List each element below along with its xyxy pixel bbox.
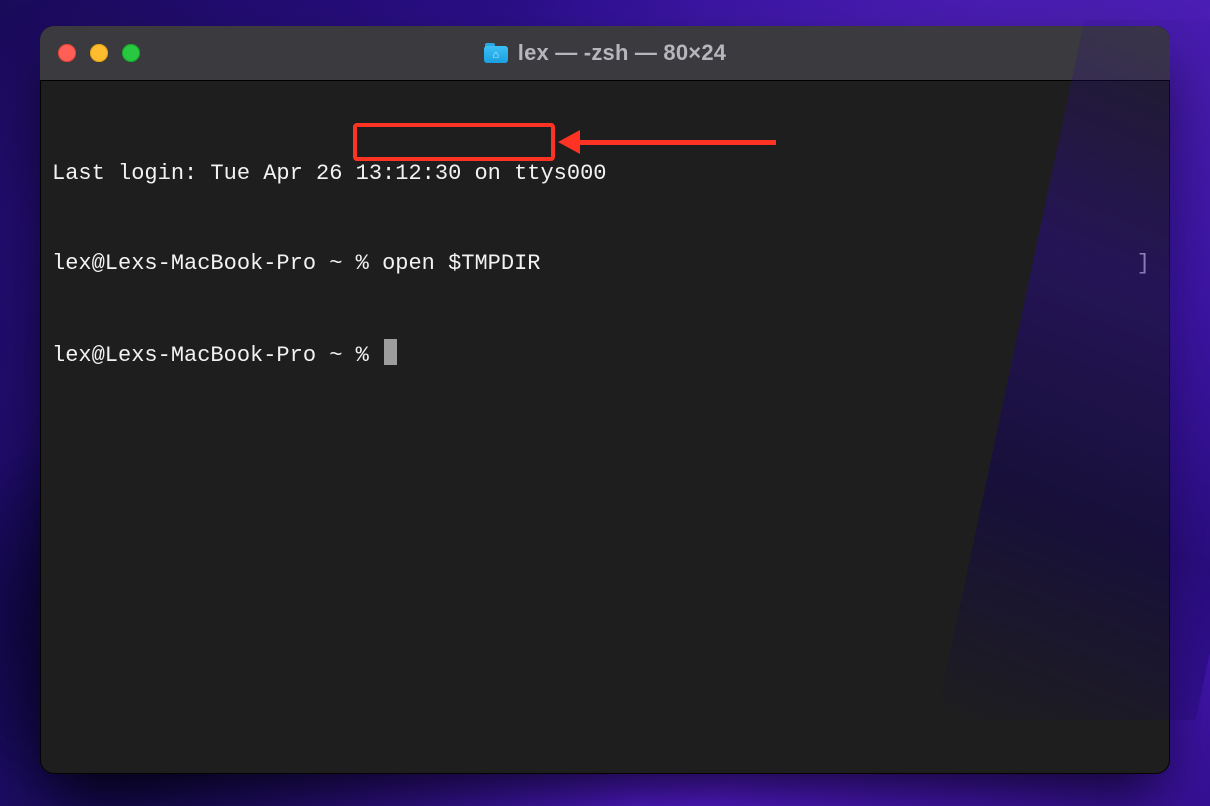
annotation-arrow (558, 130, 778, 154)
entered-command: open $TMPDIR (382, 251, 540, 276)
folder-icon: ⌂ (484, 43, 508, 63)
terminal-window[interactable]: ⌂ lex — -zsh — 80×24 Last login: Tue Apr… (40, 26, 1170, 774)
minimize-button[interactable] (90, 44, 108, 62)
window-title-text: lex — -zsh — 80×24 (518, 40, 726, 66)
terminal-line-1: lex@Lexs-MacBook-Pro ~ % open $TMPDIR] (52, 249, 1158, 279)
terminal-cursor (384, 339, 397, 365)
terminal-line-last-login: Last login: Tue Apr 26 13:12:30 on ttys0… (52, 159, 1158, 189)
prompt-text: lex@Lexs-MacBook-Pro ~ % (52, 251, 382, 276)
terminal-viewport[interactable]: Last login: Tue Apr 26 13:12:30 on ttys0… (40, 81, 1170, 774)
window-titlebar[interactable]: ⌂ lex — -zsh — 80×24 (40, 26, 1170, 81)
zoom-button[interactable] (122, 44, 140, 62)
right-bracket-glyph: ] (1137, 249, 1150, 279)
terminal-line-2: lex@Lexs-MacBook-Pro ~ % (52, 339, 1158, 371)
prompt-text: lex@Lexs-MacBook-Pro ~ % (52, 343, 382, 368)
close-button[interactable] (58, 44, 76, 62)
annotation-highlight-box (353, 123, 555, 161)
traffic-lights (58, 44, 140, 62)
desktop-background: ⌂ lex — -zsh — 80×24 Last login: Tue Apr… (0, 0, 1210, 806)
window-title: ⌂ lex — -zsh — 80×24 (40, 40, 1170, 66)
